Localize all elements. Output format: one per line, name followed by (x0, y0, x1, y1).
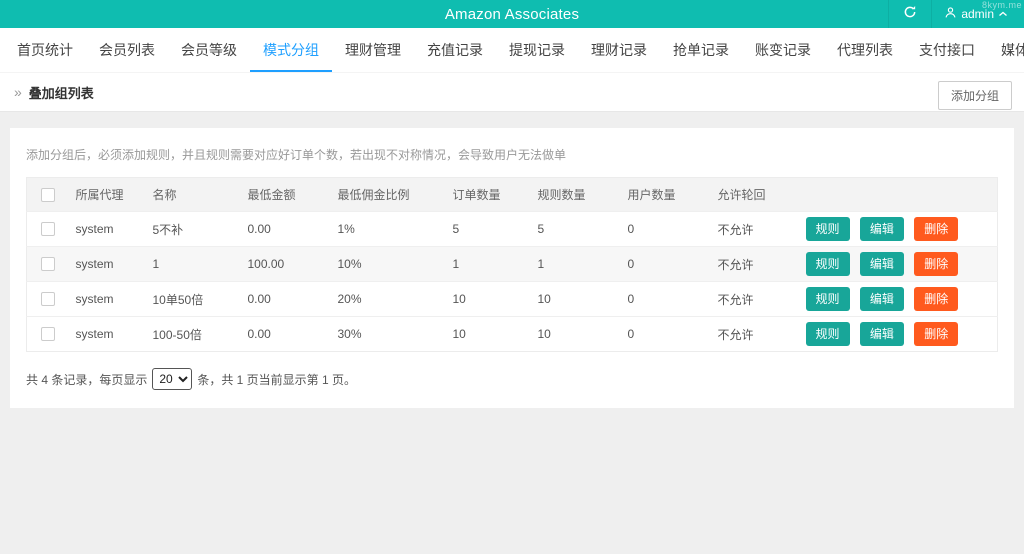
cell-orders: 10 (448, 316, 534, 352)
cell-min-amount: 0.00 (243, 281, 334, 317)
rule-button[interactable]: 规则 (805, 252, 850, 276)
cell-orders: 1 (448, 246, 534, 282)
page-title: 叠加组列表 (28, 85, 94, 101)
col-header-allow-cycle: 允许轮回 (713, 177, 802, 212)
nav-item-withdraw-records[interactable]: 提现记录 (496, 40, 578, 72)
cell-rules: 10 (533, 316, 624, 352)
col-header-min-commission: 最低佣金比例 (333, 177, 449, 212)
pagination: 共 4 条记录，每页显示 20 条，共 1 页当前显示第 1 页。 (26, 368, 998, 390)
col-header-min-amount: 最低金额 (243, 177, 334, 212)
cell-name: 5不补 (148, 211, 244, 247)
refresh-icon (903, 5, 917, 24)
rule-button[interactable]: 规则 (805, 322, 850, 346)
top-header-bar: Amazon Associates 8kym.me admin (0, 0, 1024, 28)
col-header-order-count: 订单数量 (448, 177, 534, 212)
cell-agent: system (71, 281, 149, 317)
row-checkbox[interactable] (41, 327, 55, 342)
cell-name: 100-50倍 (148, 316, 244, 352)
delete-button[interactable]: 删除 (914, 287, 959, 311)
nav-item-member-level[interactable]: 会员等级 (168, 40, 250, 72)
row-checkbox[interactable] (41, 222, 55, 237)
col-header-actions (801, 177, 998, 212)
cell-users: 0 (623, 316, 714, 352)
cell-rules: 10 (533, 281, 624, 317)
table-header-row: 所属代理 名称 最低金额 最低佣金比例 订单数量 规则数量 用户数量 允许轮回 (26, 177, 998, 212)
tip-text: 添加分组后，必须添加规则，并且规则需要对应好订单个数，若出现不对称情况，会导致用… (26, 148, 567, 162)
cell-rules: 5 (533, 211, 624, 247)
col-header-rule-count: 规则数量 (533, 177, 624, 212)
cell-min-commission: 10% (333, 246, 449, 282)
delete-button[interactable]: 删除 (914, 322, 959, 346)
cell-cycle: 不允许 (713, 211, 802, 247)
cell-min-amount: 0.00 (243, 316, 334, 352)
cell-agent: system (71, 316, 149, 352)
app-title: Amazon Associates (444, 5, 580, 23)
cell-users: 0 (623, 281, 714, 317)
groups-table: 所属代理 名称 最低金额 最低佣金比例 订单数量 规则数量 用户数量 允许轮回 … (26, 177, 998, 352)
col-header-agent: 所属代理 (71, 177, 149, 212)
pagination-prefix: 共 4 条记录，每页显示 (26, 372, 148, 387)
content-card: 添加分组后，必须添加规则，并且规则需要对应好订单个数，若出现不对称情况，会导致用… (10, 128, 1014, 408)
cell-min-amount: 0.00 (243, 211, 334, 247)
col-header-name: 名称 (148, 177, 244, 212)
row-checkbox[interactable] (41, 292, 55, 307)
watermark-text: 8kym.me (981, 0, 1022, 10)
cell-min-commission: 30% (333, 316, 449, 352)
rule-button[interactable]: 规则 (805, 287, 850, 311)
cell-min-commission: 20% (333, 281, 449, 317)
cell-name: 1 (148, 246, 244, 282)
cell-cycle: 不允许 (713, 281, 802, 317)
cell-agent: system (71, 211, 149, 247)
nav-item-home-stats[interactable]: 首页统计 (4, 40, 86, 72)
nav-item-finance-mgmt[interactable]: 理财管理 (332, 40, 414, 72)
cell-min-amount: 100.00 (243, 246, 334, 282)
nav-item-media-mgmt[interactable]: 媒体管理 (988, 40, 1024, 72)
table-row: system 5不补 0.00 1% 5 5 0 不允许 规则 编辑 删除 (26, 211, 998, 247)
nav-item-mode-group[interactable]: 模式分组 (250, 40, 332, 72)
edit-button[interactable]: 编辑 (859, 287, 904, 311)
nav-item-agent-list[interactable]: 代理列表 (824, 40, 906, 72)
edit-button[interactable]: 编辑 (859, 217, 904, 241)
user-icon (944, 6, 957, 22)
cell-users: 0 (623, 211, 714, 247)
cell-users: 0 (623, 246, 714, 282)
add-group-button[interactable]: 添加分组 (937, 81, 1012, 110)
nav-item-member-list[interactable]: 会员列表 (86, 40, 168, 72)
cell-min-commission: 1% (333, 211, 449, 247)
nav-item-finance-records[interactable]: 理财记录 (578, 40, 660, 72)
breadcrumb-bar: » 叠加组列表 添加分组 (0, 72, 1024, 112)
nav-item-payment-api[interactable]: 支付接口 (906, 40, 988, 72)
cell-orders: 5 (448, 211, 534, 247)
edit-button[interactable]: 编辑 (859, 322, 904, 346)
delete-button[interactable]: 删除 (914, 252, 959, 276)
page-size-select[interactable]: 20 (152, 368, 193, 390)
nav-item-order-grab-records[interactable]: 抢单记录 (660, 40, 742, 72)
col-header-user-count: 用户数量 (623, 177, 714, 212)
nav-item-balance-change-records[interactable]: 账变记录 (742, 40, 824, 72)
cell-cycle: 不允许 (713, 246, 802, 282)
pagination-suffix: 条，共 1 页当前显示第 1 页。 (197, 372, 357, 387)
nav-item-recharge-records[interactable]: 充值记录 (414, 40, 496, 72)
edit-button[interactable]: 编辑 (859, 252, 904, 276)
breadcrumb-chevrons-icon: » (14, 84, 22, 100)
main-nav: 首页统计 会员列表 会员等级 模式分组 理财管理 充值记录 提现记录 理财记录 … (0, 28, 1024, 72)
cell-agent: system (71, 246, 149, 282)
select-all-checkbox[interactable] (41, 187, 55, 202)
delete-button[interactable]: 删除 (914, 217, 959, 241)
cell-name: 10单50倍 (148, 281, 244, 317)
row-checkbox[interactable] (41, 257, 55, 272)
cell-cycle: 不允许 (713, 316, 802, 352)
table-row: system 1 100.00 10% 1 1 0 不允许 规则 编辑 删除 (26, 246, 998, 282)
refresh-button[interactable] (888, 0, 933, 28)
cell-rules: 1 (533, 246, 624, 282)
rule-button[interactable]: 规则 (805, 217, 850, 241)
table-row: system 10单50倍 0.00 20% 10 10 0 不允许 规则 编辑… (26, 281, 998, 317)
table-row: system 100-50倍 0.00 30% 10 10 0 不允许 规则 编… (26, 316, 998, 352)
cell-orders: 10 (448, 281, 534, 317)
